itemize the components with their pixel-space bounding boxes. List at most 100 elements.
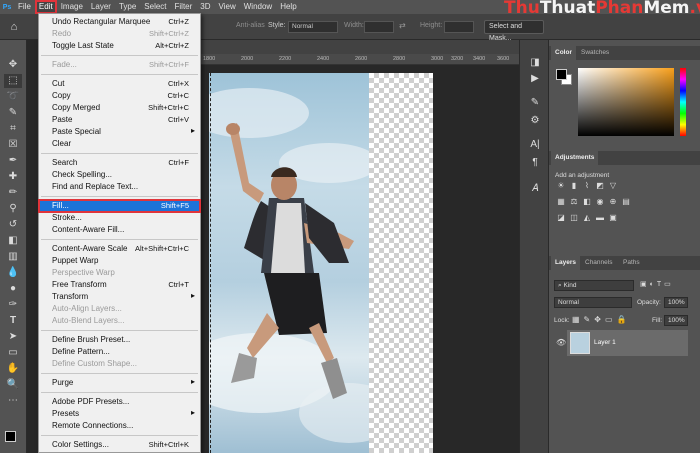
lock-icons[interactable]: ▦✎✥▭🔒 [572,315,630,324]
menu-item-copy[interactable]: Copy Ctrl+C [39,90,200,102]
fill-field[interactable]: 100% [664,315,688,326]
menu-item-paste-special[interactable]: Paste Special ▸ [39,126,200,138]
healing-brush-tool-icon[interactable]: ✚ [4,170,22,184]
layer-row[interactable]: 👁 Layer 1 [556,330,688,356]
height-field[interactable] [444,21,474,33]
menu-item-fill[interactable]: Fill... Shift+F5 [38,199,201,213]
menu-view[interactable]: View [215,0,240,14]
marquee-tool-icon[interactable]: ⬚ [4,74,22,88]
style-select[interactable]: Normal [288,21,338,33]
menu-item-purge[interactable]: Purge ▸ [39,377,200,389]
layer-name[interactable]: Layer 1 [594,339,616,346]
menu-window[interactable]: Window [240,0,276,14]
zoom-tool-icon[interactable]: 🔍 [4,378,22,392]
tab-layers[interactable]: Layers [551,256,580,270]
tab-paths[interactable]: Paths [619,256,644,270]
menu-item-transform[interactable]: Transform ▸ [39,291,200,303]
menu-item-check-spelling[interactable]: Check Spelling... [39,169,200,181]
menu-item-presets[interactable]: Presets ▸ [39,408,200,420]
gradient-map-adjust-icon[interactable]: ▬ [595,214,605,222]
menu-item-search[interactable]: Search Ctrl+F [39,157,200,169]
hue-saturation-adjust-icon[interactable]: ▦ [556,198,566,206]
menu-item-content-aware-fill[interactable]: Content-Aware Fill... [39,224,200,236]
lasso-tool-icon[interactable]: ➰ [4,90,22,104]
black-white-adjust-icon[interactable]: ◧ [582,198,592,206]
menu-item-content-aware-scale[interactable]: Content-Aware Scale Alt+Shift+Ctrl+C [39,243,200,255]
color-balance-adjust-icon[interactable]: ⚖ [569,198,579,206]
invert-adjust-icon[interactable]: ◪ [556,214,566,222]
hand-tool-icon[interactable]: ✋ [4,362,22,376]
menu-item-remote-connections[interactable]: Remote Connections... [39,420,200,432]
hue-slider[interactable] [680,68,686,136]
threshold-adjust-icon[interactable]: ◭ [582,214,592,222]
photo-filter-adjust-icon[interactable]: ◉ [595,198,605,206]
blur-tool-icon[interactable]: 💧 [4,266,22,280]
foreground-color-swatch[interactable] [5,431,16,442]
canvas-photo[interactable] [209,73,369,453]
color-lookup-adjust-icon[interactable]: ▤ [621,198,631,206]
history-brush-tool-icon[interactable]: ↺ [4,218,22,232]
menu-item-find-and-replace-text[interactable]: Find and Replace Text... [39,181,200,193]
menu-3d[interactable]: 3D [196,0,214,14]
opacity-field[interactable]: 100% [664,297,688,308]
color-picker-field[interactable] [578,68,674,136]
menu-item-color-settings[interactable]: Color Settings... Shift+Ctrl+K [39,439,200,451]
menu-select[interactable]: Select [140,0,170,14]
layer-filter-kind[interactable]: ⌕ Kind [554,280,634,291]
brush-tool-icon[interactable]: ✏ [4,186,22,200]
glyphs-panel-icon[interactable]: 𝐴 [528,182,542,196]
menu-item-adobe-pdf-presets[interactable]: Adobe PDF Presets... [39,396,200,408]
brightness-adjust-icon[interactable]: ☀ [556,182,566,190]
menu-type[interactable]: Type [115,0,140,14]
swap-icon[interactable]: ⇄ [399,21,406,30]
menu-item-stroke[interactable]: Stroke... [39,212,200,224]
channel-mixer-adjust-icon[interactable]: ⊕ [608,198,618,206]
select-and-mask-button[interactable]: Select and Mask... [484,20,544,42]
menu-item-cut[interactable]: Cut Ctrl+X [39,78,200,90]
rectangle-tool-icon[interactable]: ▭ [4,346,22,360]
antialias-checkbox[interactable]: Anti-alias [236,22,265,29]
menu-item-puppet-warp[interactable]: Puppet Warp [39,255,200,267]
frame-tool-icon[interactable]: ☒ [4,138,22,152]
menu-item-toggle-last-state[interactable]: Toggle Last State Alt+Ctrl+Z [39,40,200,52]
home-icon[interactable]: ⌂ [5,20,23,34]
exposure-adjust-icon[interactable]: ◩ [595,182,605,190]
move-tool-icon[interactable]: ✥ [4,58,22,72]
dodge-tool-icon[interactable]: ● [4,282,22,296]
width-field[interactable] [364,21,394,33]
menu-file[interactable]: File [14,0,35,14]
menu-item-copy-merged[interactable]: Copy Merged Shift+Ctrl+C [39,102,200,114]
actions-panel-icon[interactable]: ▶ [528,72,542,86]
layer-filter-icons[interactable]: ▣◐T▭ [640,280,690,288]
visibility-eye-icon[interactable]: 👁 [556,338,566,347]
menu-edit[interactable]: Edit [34,0,57,14]
menu-item-define-pattern[interactable]: Define Pattern... [39,346,200,358]
menu-image[interactable]: Image [57,0,87,14]
menu-layer[interactable]: Layer [87,0,115,14]
menu-help[interactable]: Help [276,0,300,14]
tab-channels[interactable]: Channels [581,256,616,270]
crop-tool-icon[interactable]: ⌗ [4,122,22,136]
blend-mode-select[interactable]: Normal [554,297,632,308]
character-panel-icon[interactable]: A| [528,138,542,152]
curves-adjust-icon[interactable]: ⌇ [582,182,592,190]
eraser-tool-icon[interactable]: ◧ [4,234,22,248]
gradient-tool-icon[interactable]: ▥ [4,250,22,264]
brush-panel-icon[interactable]: ✎ [528,96,542,110]
type-tool-icon[interactable]: T [4,314,22,328]
quick-select-tool-icon[interactable]: ✎ [4,106,22,120]
vibrance-adjust-icon[interactable]: ▽ [608,182,618,190]
eyedropper-tool-icon[interactable]: ✒ [4,154,22,168]
more-tools-icon[interactable]: ⋯ [4,394,22,408]
menu-item-clear[interactable]: Clear [39,138,200,150]
menu-item-define-brush-preset[interactable]: Define Brush Preset... [39,334,200,346]
menu-item-free-transform[interactable]: Free Transform Ctrl+T [39,279,200,291]
tab-swatches[interactable]: Swatches [577,46,613,60]
tab-color[interactable]: Color [551,46,576,60]
selective-color-adjust-icon[interactable]: ▣ [608,214,618,222]
menu-item-paste[interactable]: Paste Ctrl+V [39,114,200,126]
menu-item-undo-rectangular-marquee[interactable]: Undo Rectangular Marquee Ctrl+Z [39,16,200,28]
menu-filter[interactable]: Filter [171,0,197,14]
levels-adjust-icon[interactable]: ▮ [569,182,579,190]
color-panel-foreground-swatch[interactable] [556,69,567,80]
